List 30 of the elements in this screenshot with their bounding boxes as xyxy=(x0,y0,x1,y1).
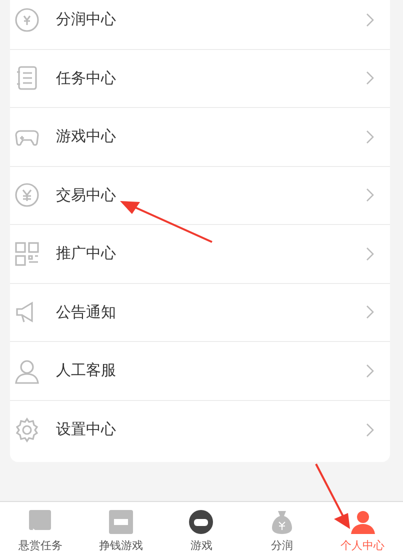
chevron-icon xyxy=(366,364,374,378)
chevron-icon xyxy=(366,246,374,261)
menu-label: 设置中心 xyxy=(56,420,117,440)
tab[interactable]: 分润 xyxy=(242,502,322,555)
menu-item[interactable]: 人工客服 xyxy=(10,342,390,400)
chevron-icon xyxy=(366,422,374,437)
menu-label: 任务中心 xyxy=(56,68,117,88)
menu-item[interactable]: 推广中心 xyxy=(10,225,390,284)
service-icon xyxy=(14,358,40,384)
chevron-icon xyxy=(366,130,374,144)
menu-label: 交易中心 xyxy=(56,186,117,205)
chevron-icon xyxy=(366,188,374,202)
menu-item[interactable]: 分润中心 xyxy=(10,0,390,50)
settings-icon xyxy=(14,416,40,443)
menu-item[interactable]: 设置中心 xyxy=(10,400,390,459)
user-icon xyxy=(350,509,376,535)
tab[interactable]: 游戏 xyxy=(161,502,242,555)
menu-label: 人工客服 xyxy=(56,361,117,380)
menu-item[interactable]: 游戏中心 xyxy=(10,108,390,166)
menu-label: 游戏中心 xyxy=(56,127,117,146)
menu-item[interactable]: 任务中心 xyxy=(10,50,390,108)
menu-label: 分润中心 xyxy=(56,10,117,30)
menu-label: 公告通知 xyxy=(56,302,117,322)
menu-item[interactable]: 公告通知 xyxy=(10,284,390,342)
menu-label: 推广中心 xyxy=(56,244,117,264)
chevron-icon xyxy=(366,12,374,27)
tab[interactable]: 挣钱游戏 xyxy=(80,502,162,555)
tab[interactable]: 悬赏任务 xyxy=(0,502,81,555)
chevron-icon xyxy=(366,305,374,320)
chevron-icon xyxy=(366,71,374,86)
